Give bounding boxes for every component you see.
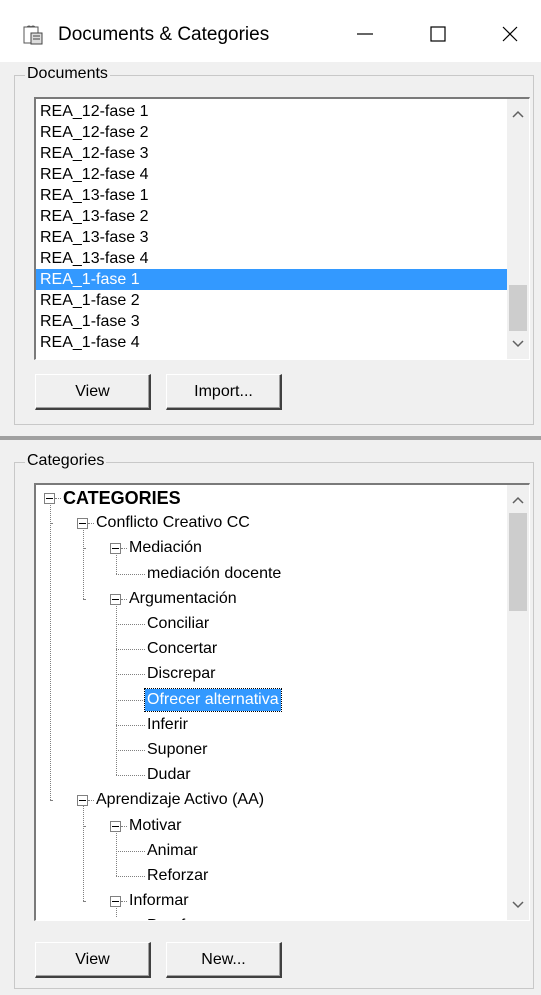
tree-node[interactable]: Informar bbox=[127, 890, 191, 912]
collapse-icon[interactable] bbox=[44, 493, 55, 504]
tree-line bbox=[83, 598, 85, 600]
import-button[interactable]: Import... bbox=[166, 374, 282, 410]
document-list-item[interactable]: REA_13-fase 4 bbox=[36, 248, 507, 269]
scroll-down-icon[interactable] bbox=[507, 894, 529, 916]
tree-line bbox=[116, 906, 117, 917]
tree-line bbox=[83, 528, 84, 599]
tree-node[interactable]: Discrepar bbox=[145, 663, 217, 685]
tree-node[interactable]: Aprendizaje Activo (AA) bbox=[94, 789, 266, 811]
scroll-up-icon[interactable] bbox=[507, 103, 529, 125]
document-list-item[interactable]: REA_13-fase 3 bbox=[36, 227, 507, 248]
tree-line bbox=[116, 649, 145, 651]
tree-node[interactable]: Dudar bbox=[145, 764, 193, 786]
tree-node[interactable]: Concertar bbox=[145, 638, 219, 660]
categories-scroll-thumb[interactable] bbox=[509, 513, 527, 611]
tree-node[interactable]: Suponer bbox=[145, 739, 210, 761]
document-list-item[interactable]: REA_12-fase 3 bbox=[36, 143, 507, 164]
scroll-up-icon[interactable] bbox=[507, 489, 529, 511]
tree-line bbox=[83, 805, 84, 902]
document-list-item[interactable]: REA_12-fase 4 bbox=[36, 164, 507, 185]
tree-line bbox=[116, 624, 145, 625]
tree-node[interactable]: CATEGORIES bbox=[61, 487, 183, 509]
documents-scroll-thumb[interactable] bbox=[509, 285, 527, 331]
document-list-item[interactable]: REA_13-fase 2 bbox=[36, 206, 507, 227]
tree-line bbox=[116, 830, 117, 876]
tree-line bbox=[116, 699, 145, 701]
document-list-item[interactable]: REA_12-fase 1 bbox=[36, 101, 507, 122]
tree-line bbox=[50, 800, 52, 802]
document-list-item[interactable]: REA_1-fase 4 bbox=[36, 332, 507, 353]
tree-node[interactable]: Argumentación bbox=[127, 588, 239, 610]
tree-line bbox=[50, 503, 51, 801]
tree-line bbox=[83, 901, 85, 903]
collapse-icon[interactable] bbox=[110, 820, 121, 832]
title-bar[interactable]: Documents & Categories bbox=[0, 0, 541, 62]
collapse-icon[interactable] bbox=[110, 896, 121, 908]
tree-line bbox=[116, 750, 145, 751]
tree-line bbox=[116, 553, 117, 574]
new-category-button[interactable]: New... bbox=[166, 942, 282, 978]
categories-group-label: Categories bbox=[25, 452, 107, 470]
collapse-icon[interactable] bbox=[77, 518, 88, 530]
scroll-down-icon[interactable] bbox=[507, 333, 529, 355]
app-icon bbox=[23, 25, 43, 45]
document-list-item[interactable]: REA_1-fase 1 bbox=[36, 269, 507, 290]
document-list-item[interactable]: REA_12-fase 2 bbox=[36, 122, 507, 143]
tree-node[interactable]: mediación docente bbox=[145, 563, 283, 585]
tree-line bbox=[116, 573, 145, 575]
document-list-item[interactable]: REA_13-fase 1 bbox=[36, 185, 507, 206]
tree-line bbox=[83, 548, 85, 550]
tree-node[interactable]: Conciliar bbox=[145, 613, 211, 635]
documents-view-button[interactable]: View bbox=[35, 374, 151, 410]
minimize-button[interactable] bbox=[345, 14, 385, 54]
pane-splitter[interactable] bbox=[0, 436, 541, 440]
tree-line bbox=[116, 850, 145, 852]
maximize-button[interactable] bbox=[418, 14, 458, 54]
collapse-icon[interactable] bbox=[110, 593, 121, 605]
tree-node[interactable]: Proof... bbox=[145, 915, 201, 920]
tree-node[interactable]: Motivar bbox=[127, 815, 183, 837]
tree-line bbox=[116, 775, 145, 777]
document-list-item[interactable]: REA_1-fase 2 bbox=[36, 290, 507, 311]
categories-tree[interactable]: CATEGORIES Conflicto Creativo CC Mediación… bbox=[34, 483, 530, 921]
collapse-icon[interactable] bbox=[110, 543, 121, 555]
tree-node[interactable]: Animar bbox=[145, 840, 200, 862]
tree-node[interactable]: Reforzar bbox=[145, 865, 210, 887]
tree-node[interactable]: Inferir bbox=[145, 714, 190, 736]
tree-line bbox=[50, 523, 52, 525]
minimize-icon bbox=[357, 33, 373, 35]
tree-line bbox=[83, 825, 85, 827]
documents-group-label: Documents bbox=[25, 65, 110, 83]
close-button[interactable] bbox=[490, 14, 530, 54]
collapse-icon[interactable] bbox=[77, 795, 88, 807]
tree-line bbox=[116, 674, 145, 676]
categories-scrollbar[interactable] bbox=[507, 485, 529, 920]
window-title: Documents & Categories bbox=[58, 24, 270, 45]
close-icon bbox=[502, 26, 518, 42]
maximize-icon bbox=[430, 26, 446, 42]
categories-view-button[interactable]: View bbox=[35, 942, 151, 978]
tree-node[interactable]: Ofrecer alternativa bbox=[144, 687, 282, 712]
documents-list[interactable]: REA_12-fase 1 REA_12-fase 2 REA_12-fase 3R… bbox=[34, 97, 530, 360]
document-list-item[interactable]: REA_1-fase 3 bbox=[36, 311, 507, 332]
tree-node[interactable]: Mediación bbox=[127, 537, 204, 559]
tree-node[interactable]: Conflicto Creativo CC bbox=[94, 512, 252, 534]
documents-scrollbar[interactable] bbox=[507, 99, 529, 359]
tree-line bbox=[116, 876, 145, 877]
tree-line bbox=[116, 724, 145, 726]
